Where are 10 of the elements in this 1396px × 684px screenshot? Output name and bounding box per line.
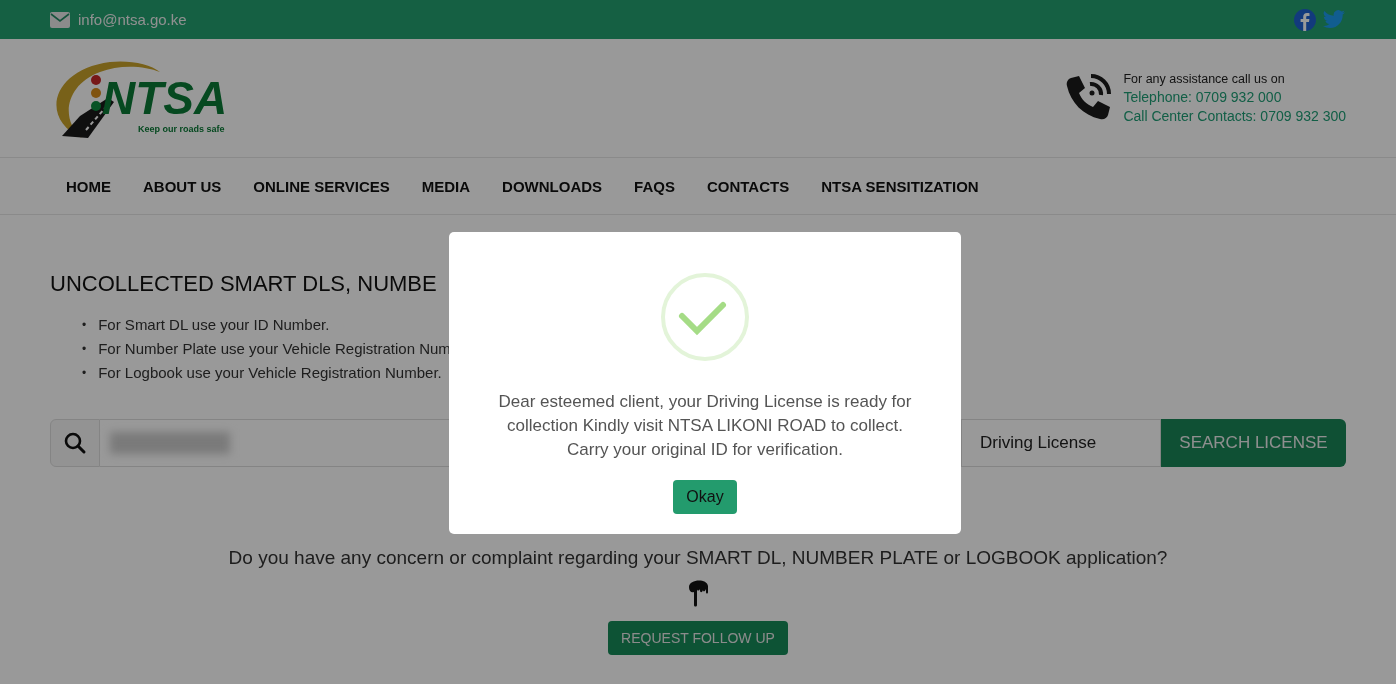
assistance-text: For any assistance call us on — [1123, 72, 1286, 86]
concern-text: Do you have any concern or complaint regarding your SMART DL, NUMBER PLATE or LOGBOOK application? — [228, 547, 1168, 569]
bullet: • — [82, 341, 87, 358]
email-text: info@ntsa.go.ke — [78, 11, 187, 28]
section-heading: UNCOLLECTED SMART DLS, NUMBE — [50, 271, 437, 297]
dialog-message: Dear esteemed client, your Driving License is ready for collection Kindly visit NTSA LIKONI ROAD to collect. Carry your original ID for verification. — [497, 391, 913, 461]
bullet: • — [82, 317, 87, 334]
instruction-item: For Logbook use your Vehicle Registration Number. — [98, 363, 442, 383]
bullet: • — [82, 365, 87, 382]
instruction-item: For Smart DL use your ID Number. — [98, 315, 330, 335]
